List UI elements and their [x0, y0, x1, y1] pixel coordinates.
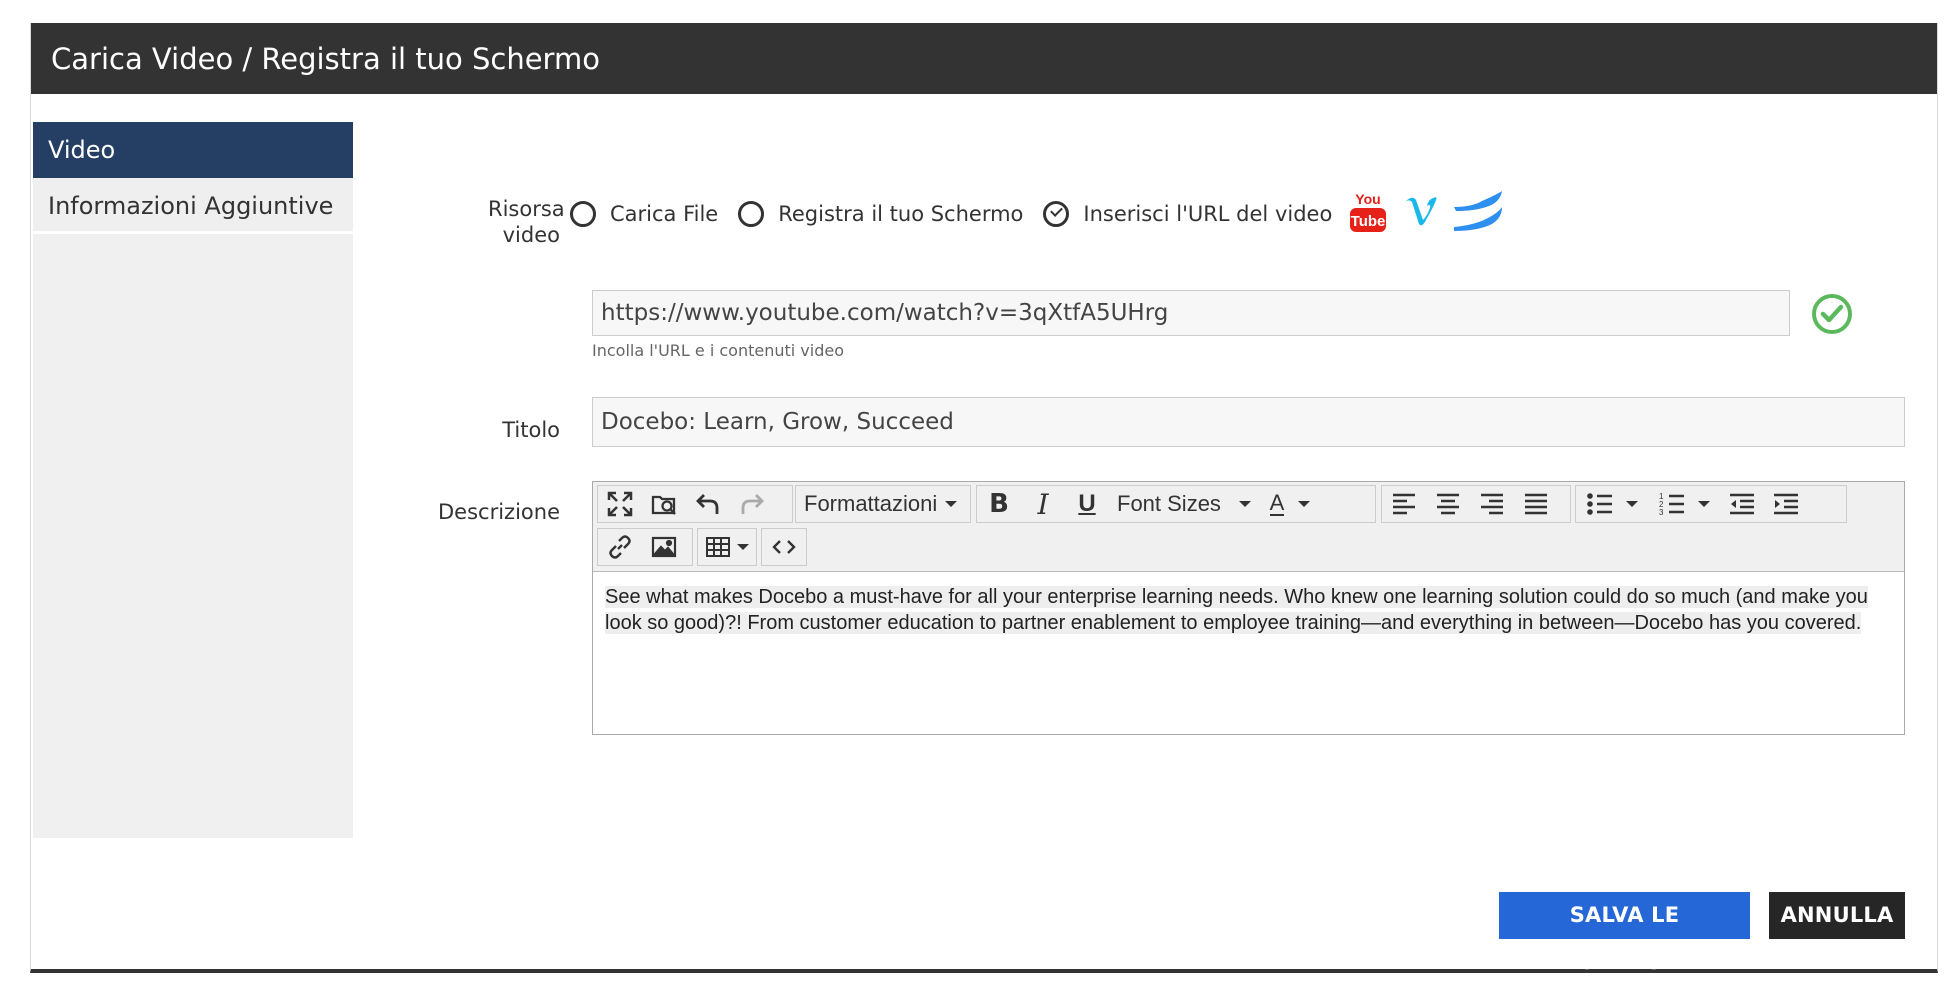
bullet-list-icon — [1587, 493, 1612, 515]
svg-text:Tube: Tube — [1351, 213, 1386, 230]
radio-upload-file[interactable] — [570, 201, 596, 227]
svg-text:3: 3 — [1659, 508, 1664, 517]
radio-record-screen-label[interactable]: Registra il tuo Schermo — [778, 202, 1023, 226]
bold-button[interactable]: B — [977, 486, 1021, 522]
toolbar-group-insert — [597, 528, 693, 566]
bold-icon: B — [989, 489, 1009, 519]
formats-label: Formattazioni — [804, 491, 938, 516]
font-sizes-label: Font Sizes — [1117, 491, 1221, 516]
sidebar-item-additional-info[interactable]: Informazioni Aggiuntive — [33, 178, 353, 234]
wistia-icon — [1452, 190, 1504, 238]
title-input[interactable] — [592, 397, 1905, 447]
font-color-icon: A — [1269, 490, 1285, 516]
fullscreen-icon — [607, 491, 633, 517]
url-hint: Incolla l'URL e i contenuti video — [592, 341, 844, 360]
undo-button[interactable] — [686, 486, 730, 522]
toolbar-group-code — [761, 528, 807, 566]
font-sizes-dropdown[interactable]: Font Sizes — [1109, 486, 1259, 522]
description-editor: Formattazioni B I U Font Sizes A 1 2 3 S… — [592, 481, 1905, 735]
source-code-button[interactable] — [762, 529, 806, 565]
radio-video-url-label[interactable]: Inserisci l'URL del video — [1083, 202, 1332, 226]
insert-table-button[interactable] — [698, 529, 756, 565]
image-icon — [651, 536, 677, 558]
chevron-down-icon — [1626, 501, 1638, 507]
fullscreen-button[interactable] — [598, 486, 642, 522]
align-center-button[interactable] — [1426, 486, 1470, 522]
modal-header: Carica Video / Registra il tuo Schermo — [31, 23, 1937, 94]
underline-button[interactable]: U — [1065, 486, 1109, 522]
radio-record-screen[interactable] — [738, 201, 765, 227]
chevron-down-icon — [945, 501, 958, 507]
outdent-icon — [1730, 493, 1754, 515]
cancel-button[interactable]: ANNULLA — [1769, 892, 1905, 939]
radio-video-url[interactable] — [1043, 201, 1070, 227]
toolbar-group-align — [1381, 485, 1571, 523]
formats-dropdown[interactable]: Formattazioni — [796, 486, 965, 522]
chevron-down-icon — [737, 544, 749, 550]
align-left-icon — [1393, 493, 1415, 515]
redo-icon — [741, 494, 764, 514]
preview-button[interactable] — [642, 486, 686, 522]
insert-image-button[interactable] — [642, 529, 686, 565]
editor-content[interactable]: See what makes Docebo a must-have for al… — [605, 584, 1892, 636]
save-button[interactable]: SALVA LE MODIFICHE — [1499, 892, 1750, 974]
preview-icon — [651, 495, 676, 515]
description-text: See what makes Docebo a must-have for al… — [605, 586, 1868, 634]
italic-icon: I — [1037, 487, 1049, 521]
align-right-icon — [1481, 493, 1503, 515]
toolbar-group-view — [597, 485, 793, 523]
redo-button[interactable] — [730, 486, 774, 522]
sidebar-item-video[interactable]: Video — [33, 122, 353, 178]
youtube-icon: You Tube — [1348, 190, 1388, 239]
align-justify-icon — [1525, 493, 1547, 515]
modal-title: Carica Video / Registra il tuo Schermo — [51, 42, 600, 76]
chevron-down-icon — [1698, 501, 1710, 507]
bullet-list-button[interactable] — [1576, 486, 1648, 522]
toolbar-group-text: B I U Font Sizes A — [976, 485, 1376, 523]
italic-button[interactable]: I — [1021, 486, 1065, 522]
numbered-list-button[interactable]: 123 — [1648, 486, 1720, 522]
indent-icon — [1774, 493, 1798, 515]
radio-upload-file-label[interactable]: Carica File — [610, 202, 718, 226]
source-label-text: Risorsa video — [488, 197, 565, 247]
code-icon — [772, 540, 796, 554]
align-justify-button[interactable] — [1514, 486, 1558, 522]
svg-text:You: You — [1356, 191, 1381, 207]
font-color-button[interactable]: A — [1259, 486, 1321, 522]
video-url-input[interactable] — [592, 290, 1790, 336]
align-left-button[interactable] — [1382, 486, 1426, 522]
align-right-button[interactable] — [1470, 486, 1514, 522]
underline-icon: U — [1078, 490, 1096, 517]
undo-icon — [696, 494, 719, 514]
table-icon — [706, 537, 730, 557]
description-label: Descrizione — [438, 500, 560, 524]
toolbar-group-lists: 123 — [1575, 485, 1847, 523]
chevron-down-icon — [1298, 501, 1311, 507]
toolbar-group-formats: Formattazioni — [795, 485, 971, 523]
toolbar-group-table — [697, 528, 757, 566]
insert-link-button[interactable] — [598, 529, 642, 565]
link-icon — [609, 535, 631, 559]
vimeo-icon — [1400, 192, 1440, 237]
check-circle-icon — [1810, 292, 1854, 340]
indent-button[interactable] — [1764, 486, 1808, 522]
source-options: Carica File Registra il tuo Schermo Inse… — [570, 184, 1504, 244]
sidebar: Video Informazioni Aggiuntive — [33, 122, 353, 838]
outdent-button[interactable] — [1720, 486, 1764, 522]
source-label: Risorsa video — [360, 196, 565, 248]
chevron-down-icon — [1239, 501, 1251, 507]
align-center-icon — [1437, 493, 1459, 515]
title-label: Titolo — [502, 418, 560, 442]
editor-toolbar: Formattazioni B I U Font Sizes A 1 2 3 — [593, 482, 1904, 572]
numbered-list-icon: 123 — [1659, 492, 1684, 517]
